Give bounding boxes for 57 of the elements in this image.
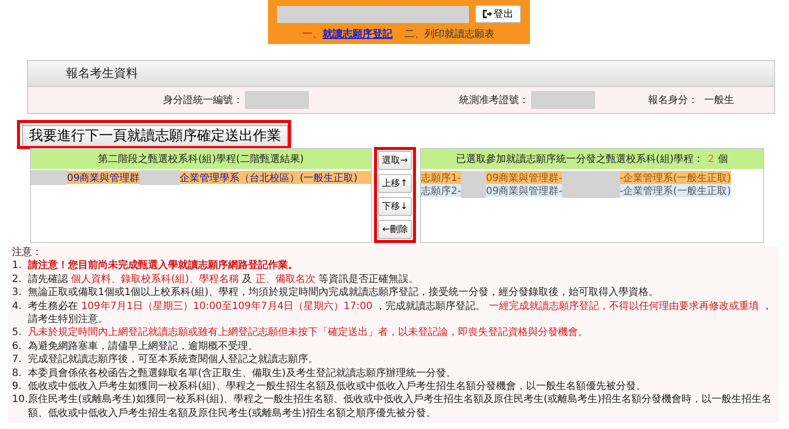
note-text: 凡未於規定時間內上網登記就讀志願或雖有上網登記志願但未按下「確定送出」者，以未登記論，即喪失登記資格與分發機會。: [28, 326, 589, 340]
note-number: 5.: [12, 326, 23, 340]
field-label: 報名身分：: [648, 94, 698, 107]
redacted-block: [460, 184, 486, 198]
logout-button[interactable]: 登出: [474, 5, 520, 23]
note-text: 低收或中低收入戶考生如獲同一校系科(組)、學程之一般生招生名額及低收或中低收入戶考生招生名額分發機會，以一般生名額優先被分發。: [28, 380, 647, 394]
note-number: 7.: [12, 353, 23, 367]
note-text: 請先確認 個人資料、錄取校系科(組)、學程名稱 及 正、備取名次 等資訊是否正確無誤。: [28, 272, 420, 286]
item-text: -企業管理系(一般生正取): [620, 172, 731, 184]
redacted-block: [562, 170, 620, 184]
nav-link[interactable]: 一、就讀志願序登記: [302, 27, 392, 41]
list-item[interactable]: 志願序1- 09商業與管理群- -企業管理系(一般生正取): [421, 171, 731, 184]
note-text: 完成登記就讀志願序後，可至本系統查閱個人登記之就讀志願序。: [28, 353, 319, 367]
note-number: 3.: [12, 286, 23, 300]
logout-icon: [482, 9, 492, 19]
item-text: -企業管理系(一般生正取): [620, 184, 731, 198]
notes-title: 注意：: [12, 246, 43, 259]
list-item[interactable]: 09商業與管理群 企業管理學系（台北校區）(一般生正取): [31, 171, 371, 184]
redacted-block: [460, 170, 486, 184]
note-text: 原住民考生(或離島考生)如獲同一校系科(組)、學程之一般生招生名額、低收或中低收入戶考生招生名額及原住民考生(或離島考生)招生名額分發機會時，以一般生招生名額、低收或中低收入戶考生招生名額及原住民考生(或離島考生)招生名額之順序優先被分發。: [28, 393, 772, 420]
note-text: 無論正取或備取1個或1個以上校系科(組)、學程，均須於規定時間內完成就讀志願序登記，接受統一分發，經分發錄取後，始可取得入學資格。: [28, 286, 660, 300]
count-text: 2: [708, 154, 714, 165]
list-item[interactable]: 志願序2- 09商業與管理群- -企業管理系(一般生正取): [421, 184, 731, 197]
action-button[interactable]: ←刪除: [378, 220, 412, 239]
action-button[interactable]: 選取→: [378, 151, 412, 170]
item-text: 志願序1-: [421, 172, 461, 184]
note-number: 1.: [12, 259, 23, 273]
note-number: 8.: [12, 366, 23, 380]
item-text: 09商業與管理群-: [486, 184, 562, 198]
note-number: 10.: [12, 393, 28, 408]
item-text: 09商業與管理群: [67, 172, 140, 184]
item-text: 企業管理學系（台北校區）(一般生正取): [180, 172, 358, 184]
redacted-block: [562, 184, 620, 198]
action-button[interactable]: 下移↓: [378, 197, 412, 216]
redacted-block: [140, 170, 180, 185]
note-text: 請注意！您目前尚未完成甄選入學就讀志願序網路登記作業。: [28, 259, 299, 273]
note-number: 2.: [12, 272, 23, 286]
note-number: 6.: [12, 340, 23, 354]
redacted-block: [531, 91, 595, 109]
item-text: 志願序2-: [421, 184, 461, 198]
confirm-button[interactable]: 我要進行下一頁就讀志願序確定送出作業: [22, 125, 288, 146]
note-text: 考生務必在 109年7月1日（星期三）10:00至109年7月4日（星期六）17:00 ，完成就讀志願序登記。 一經完成就讀志願序登記，不得以任何理由要求再修改或重填 ，請考生特別注意。: [28, 300, 773, 326]
nav-link[interactable]: 二、列印就讀志願表: [404, 27, 494, 41]
note-text: 本委員會係依各校函告之甄選錄取名單(含正取生、備取生)及考生登記就讀志願序辦理統一分發。: [28, 366, 457, 380]
field-label: 身分證統一編號：: [163, 94, 243, 107]
header-text: 已選取參加就讀志願序統一分發之甄選校系科(組)學程：: [456, 154, 704, 165]
note-number: 4.: [12, 300, 23, 314]
redacted-block: [245, 91, 309, 109]
note-text: 為避免網路塞車，請儘早上網登記，逾期概不受理。: [28, 340, 259, 354]
field-label: 統測准考證號：: [459, 94, 529, 107]
unit-text: 個: [718, 154, 728, 165]
panel-title: 報名考生資料: [66, 66, 138, 80]
note-number: 9.: [12, 380, 23, 394]
item-text: 09商業與管理群-: [486, 172, 562, 184]
action-button[interactable]: 上移↑: [378, 174, 412, 193]
field-value: 一般生: [704, 94, 734, 107]
list-header: 第二階段之甄選校系科(組)學程(二階甄選結果): [31, 149, 371, 169]
